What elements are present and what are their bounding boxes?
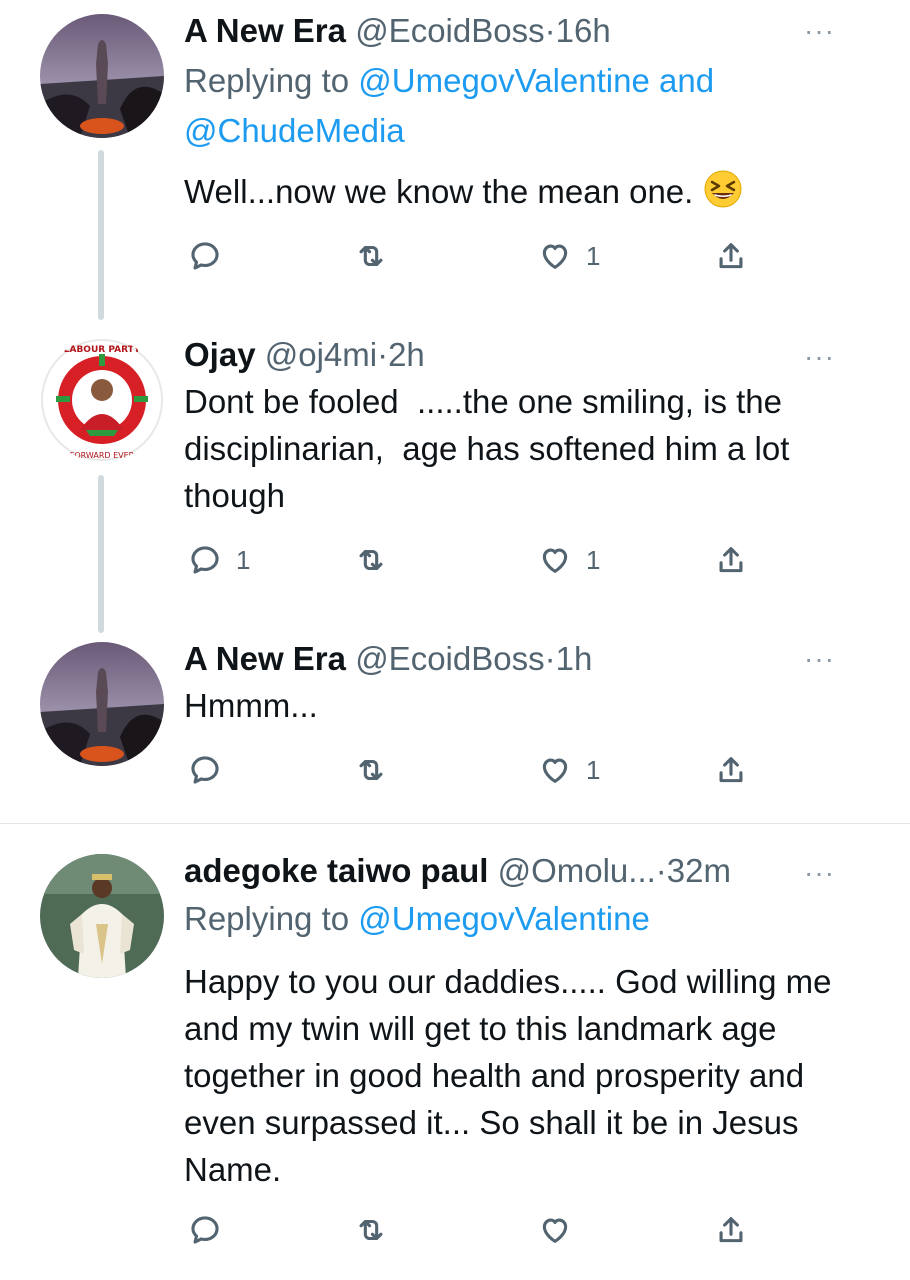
mention-link[interactable]: @ChudeMedia (184, 112, 405, 149)
reply-icon (191, 756, 219, 784)
like-count: 1 (586, 544, 601, 575)
tweet-actions: 1 (184, 750, 784, 790)
heart-icon (542, 1218, 568, 1243)
retweet-button[interactable] (354, 1210, 402, 1250)
reply-icon (191, 242, 219, 270)
reply-icon (191, 546, 219, 574)
display-name[interactable]: adegoke taiwo paul (184, 852, 488, 889)
retweet-button[interactable] (354, 540, 402, 580)
retweet-button[interactable] (354, 236, 402, 276)
separator-dot: · (377, 336, 389, 373)
reply-button[interactable]: 1 (188, 540, 250, 580)
like-button[interactable]: 1 (538, 540, 600, 580)
avatar[interactable] (40, 14, 164, 138)
tweet[interactable]: A New Era @EcoidBoss·16h ··· Replying to… (0, 0, 910, 320)
reply-button[interactable] (188, 236, 236, 276)
user-handle[interactable]: @EcoidBoss (355, 12, 544, 49)
avatar-text-top: LABOUR PARTY (64, 345, 141, 355)
replying-to-label: Replying to (184, 62, 350, 99)
share-button[interactable] (714, 540, 748, 580)
replying-to: Replying to @UmegovValentine and @ChudeM… (184, 56, 880, 156)
share-button[interactable] (714, 1210, 748, 1250)
reply-button[interactable] (188, 750, 236, 790)
like-button[interactable]: 1 (538, 236, 600, 276)
mention-link[interactable]: @UmegovValentine and (358, 62, 714, 99)
tweet-header: Ojay @oj4mi·2h (184, 336, 880, 374)
share-icon (719, 757, 743, 783)
tweet[interactable]: LABOUR PARTY FORWARD EVER Ojay @oj4mi·2h… (0, 320, 910, 630)
reply-button[interactable] (188, 1210, 236, 1250)
tweet-actions (184, 1210, 784, 1250)
reply-count: 1 (236, 544, 251, 575)
more-options-icon[interactable]: ··· (804, 17, 836, 56)
tweet-text: Dont be fooled .....the one smiling, is … (184, 383, 799, 514)
more-options-icon[interactable]: ··· (804, 859, 836, 898)
separator-dot: · (655, 852, 667, 889)
avatar[interactable]: LABOUR PARTY FORWARD EVER (40, 338, 164, 462)
tweet[interactable]: A New Era @EcoidBoss·1h ··· Hmmm... 1 (0, 630, 910, 822)
replying-to: Replying to @UmegovValentine (184, 894, 880, 944)
retweet-icon (359, 759, 383, 781)
tweet-actions: 1 (184, 236, 784, 276)
display-name[interactable]: A New Era (184, 12, 346, 49)
tweet-header: adegoke taiwo paul @Omolu...·32m (184, 852, 880, 890)
share-button[interactable] (714, 236, 748, 276)
heart-icon (542, 758, 568, 783)
more-options-icon[interactable]: ··· (804, 343, 836, 382)
timestamp[interactable]: 32m (667, 852, 731, 889)
separator-dot: · (544, 12, 556, 49)
timestamp[interactable]: 2h (388, 336, 425, 373)
more-options-icon[interactable]: ··· (804, 645, 836, 684)
reply-icon (191, 1216, 219, 1244)
user-handle[interactable]: @EcoidBoss (355, 640, 544, 677)
heart-icon (542, 548, 568, 573)
tweet-header: A New Era @EcoidBoss·16h (184, 12, 880, 50)
tweet-text: Happy to you our daddies..... God willin… (184, 963, 832, 1188)
tweet-actions: 1 1 (184, 540, 784, 580)
tweet-text: Well...now we know the mean one. (184, 168, 880, 221)
share-icon (719, 1217, 743, 1243)
avatar-text-bottom: FORWARD EVER (70, 451, 135, 460)
mention-link[interactable]: @UmegovValentine (358, 900, 650, 937)
retweet-icon (359, 245, 383, 267)
heart-icon (542, 244, 568, 269)
share-icon (719, 243, 743, 269)
tweet-text: Hmmm... (184, 687, 318, 724)
share-button[interactable] (714, 750, 748, 790)
timestamp[interactable]: 1h (556, 640, 593, 677)
display-name[interactable]: A New Era (184, 640, 346, 677)
like-count: 1 (586, 240, 601, 271)
tweet[interactable]: adegoke taiwo paul @Omolu...·32m ··· Rep… (0, 824, 910, 1280)
display-name[interactable]: Ojay (184, 336, 256, 373)
retweet-icon (359, 549, 383, 571)
avatar[interactable] (40, 642, 164, 766)
tweet-header: A New Era @EcoidBoss·1h (184, 640, 880, 678)
like-button[interactable]: 1 (538, 750, 600, 790)
retweet-button[interactable] (354, 750, 402, 790)
laughing-face-icon (703, 169, 743, 221)
retweet-icon (359, 1219, 383, 1241)
timestamp[interactable]: 16h (556, 12, 611, 49)
like-button[interactable] (538, 1210, 586, 1250)
like-count: 1 (586, 754, 601, 785)
user-handle[interactable]: @oj4mi (265, 336, 377, 373)
separator-dot: · (544, 640, 556, 677)
avatar[interactable] (40, 854, 164, 978)
user-handle[interactable]: @Omolu... (498, 852, 656, 889)
replying-to-label: Replying to (184, 900, 350, 937)
share-icon (719, 547, 743, 573)
tweet-text-body: Well...now we know the mean one. (184, 173, 694, 210)
